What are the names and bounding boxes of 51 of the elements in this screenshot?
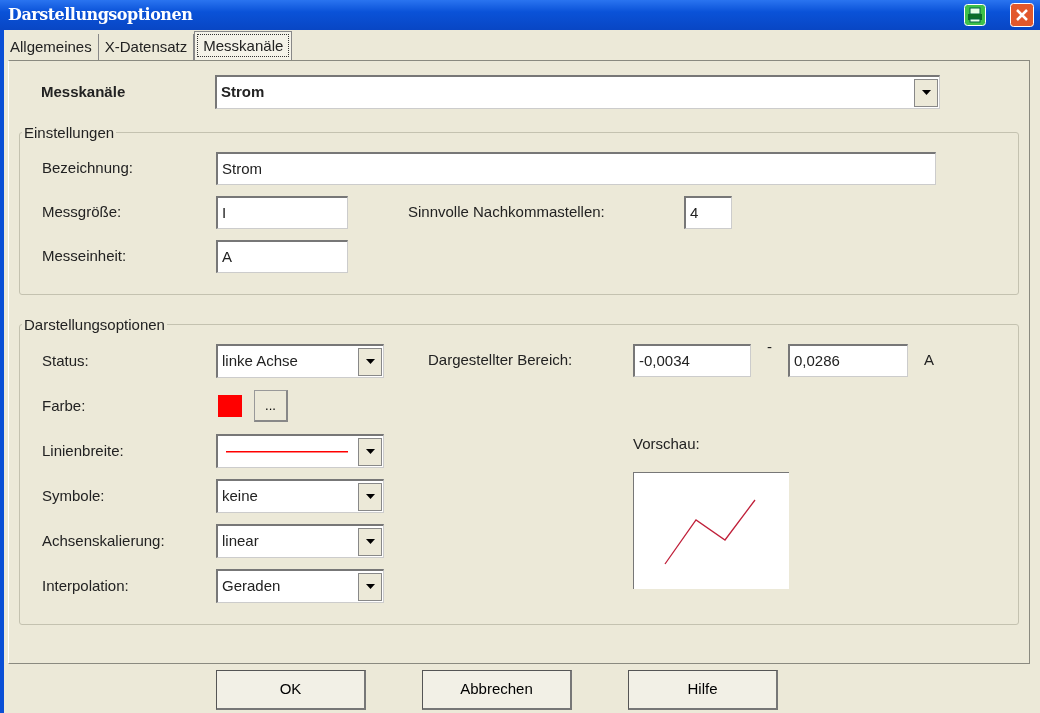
tab[interactable]: Allgemeines (4, 34, 99, 60)
dropdown-select[interactable]: Geraden (216, 569, 384, 603)
line-width-select[interactable] (216, 434, 384, 468)
input-field[interactable]: -0,0034 (633, 344, 751, 377)
group-title: Darstellungsoptionen (23, 317, 166, 332)
dropdown-select[interactable]: keine (216, 479, 384, 513)
field-label: Messkanäle (40, 81, 127, 102)
input-field[interactable]: 0,0286 (788, 344, 908, 377)
caret-icon (365, 584, 375, 589)
range-separator: - (766, 337, 773, 357)
line-sample-icon (226, 450, 348, 453)
field-label: Interpolation: (41, 575, 130, 596)
tab[interactable]: Messkanäle (194, 31, 293, 60)
input-field[interactable]: I (216, 196, 348, 229)
field-label: Sinnvolle Nachkommastellen: (408, 202, 606, 223)
channel-select[interactable]: Strom (215, 75, 940, 109)
dialog-button[interactable]: Hilfe (628, 670, 778, 710)
dropdown-button[interactable] (358, 437, 382, 466)
close-icon[interactable] (1010, 3, 1034, 27)
caret-icon (365, 359, 375, 364)
dropdown-select[interactable]: linke Achse (216, 344, 384, 378)
input-field[interactable]: Strom (216, 152, 936, 185)
field-label: Linienbreite: (41, 440, 125, 461)
dialog-button[interactable]: Abbrechen (422, 670, 572, 710)
dropdown-button[interactable] (358, 527, 382, 556)
window-title: Darstellungsoptionen (8, 4, 193, 26)
dropdown-button[interactable] (358, 347, 382, 376)
preview-label: Vorschau: (633, 434, 701, 454)
dropdown-button[interactable] (914, 78, 938, 107)
field-label: Messgröße: (41, 202, 123, 223)
dropdown-button[interactable] (358, 572, 382, 601)
field-label: Dargestellter Bereich: (428, 350, 574, 371)
dropdown-button[interactable] (358, 482, 382, 511)
printer-icon[interactable] (964, 4, 986, 26)
field-label: Symbole: (41, 485, 106, 506)
input-field[interactable]: A (216, 240, 348, 273)
field-label: Messeinheit: (41, 246, 128, 267)
dialog-button[interactable]: OK (216, 670, 366, 710)
unit-label: A (924, 350, 934, 371)
field-label: Bezeichnung: (41, 158, 134, 179)
caret-icon (365, 494, 375, 499)
field-label: Farbe: (41, 395, 87, 416)
field-label: Status: (41, 350, 90, 371)
group-title: Einstellungen (23, 125, 116, 140)
dropdown-select[interactable]: linear (216, 524, 384, 558)
caret-icon (365, 539, 375, 544)
color-picker-button[interactable]: ... (254, 390, 288, 422)
caret-icon (365, 449, 375, 454)
input-field[interactable]: 4 (684, 196, 732, 229)
caret-icon (921, 90, 931, 95)
field-label: Achsenskalierung: (41, 530, 166, 551)
